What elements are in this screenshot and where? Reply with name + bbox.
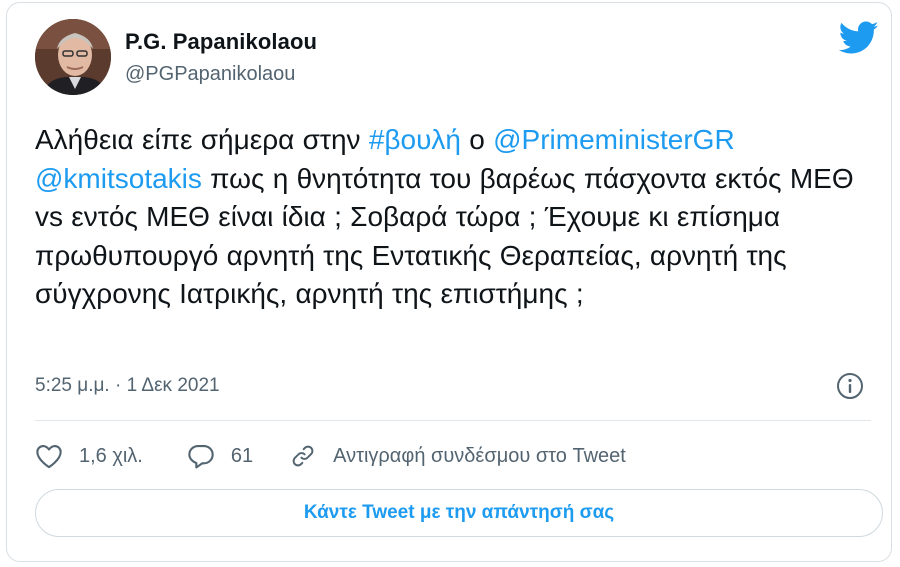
tweet-text-part: Αλήθεια είπε σήμερα στην [35, 124, 369, 155]
divider [35, 420, 871, 421]
tweet-text: Αλήθεια είπε σήμερα στην #βουλή ο @Prime… [35, 121, 885, 314]
tweet-actions: 1,6 χιλ. 61 Αντιγραφή συνδέσμου στο Twee… [35, 439, 626, 473]
reply-count: 61 [230, 444, 254, 467]
copy-link-label: Αντιγραφή συνδέσμου στο Tweet [333, 444, 626, 467]
tweet-text-part: ο [460, 124, 494, 155]
reply-tweet-button[interactable]: Κάντε Tweet με την απάντησή σας [35, 489, 883, 537]
hashtag-link[interactable]: #βουλή [369, 124, 461, 155]
author-handle[interactable]: @PGPapanikolaou [125, 63, 295, 86]
mention-link-kmitsotakis[interactable]: @kmitsotakis [35, 163, 202, 194]
like-button[interactable]: 1,6 χιλ. [35, 443, 143, 469]
twitter-bird-icon[interactable] [838, 21, 879, 55]
info-icon[interactable] [835, 371, 865, 401]
heart-icon [35, 443, 63, 469]
link-icon [289, 443, 317, 469]
tweet-timestamp[interactable]: 5:25 μ.μ. · 1 Δεκ 2021 [35, 375, 220, 397]
copy-link-button[interactable]: Αντιγραφή συνδέσμου στο Tweet [289, 443, 626, 469]
tweet-card: P.G. Papanikolaou @PGPapanikolaou Αλήθει… [6, 2, 892, 562]
like-count: 1,6 χιλ. [79, 444, 143, 467]
author-display-name[interactable]: P.G. Papanikolaou [125, 29, 317, 55]
comment-icon [187, 443, 215, 469]
reply-count-button[interactable]: 61 [187, 443, 253, 469]
avatar[interactable] [35, 19, 111, 95]
mention-link-primeminister[interactable]: @PrimeministerGR [493, 124, 735, 155]
